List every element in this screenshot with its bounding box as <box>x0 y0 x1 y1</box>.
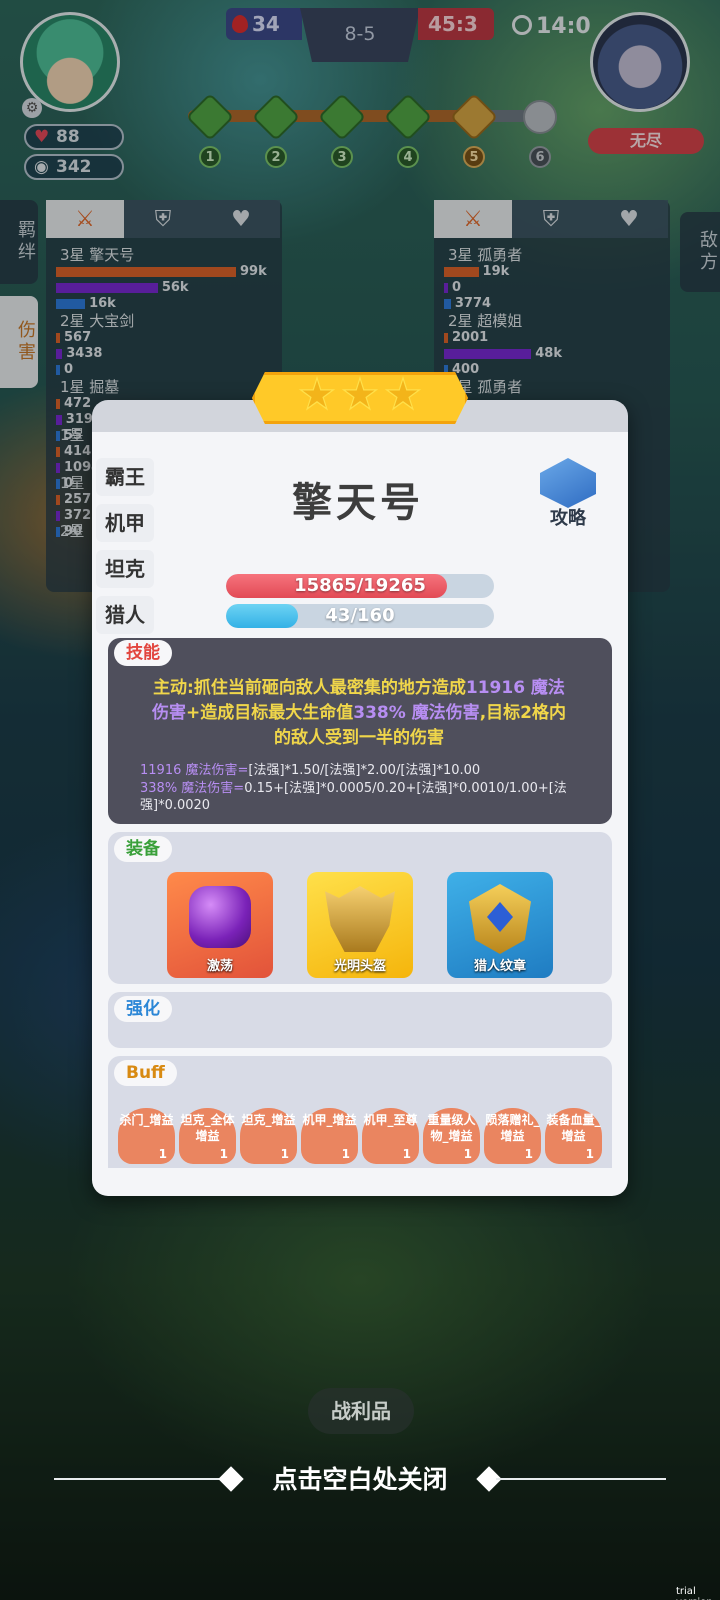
buff-tag: Buff <box>114 1060 177 1086</box>
buff-count: 1 <box>341 1147 350 1161</box>
buff-chip[interactable]: 机甲_至尊 1 <box>362 1108 419 1164</box>
trait-tag[interactable]: 机甲 <box>96 504 154 542</box>
skill-formula-2: 338% 魔法伤害=0.15+[法强]*0.0005/0.20+[法强]*0.0… <box>140 780 600 814</box>
formula-label: 11916 魔法伤害= <box>140 763 249 778</box>
skill-text: 主动:抓住当前砸向敌人最密集的地方造成 <box>153 678 466 698</box>
buff-chip[interactable]: 坦克_全体增益 1 <box>179 1108 236 1164</box>
buff-name: 杀门_增益 <box>119 1113 174 1127</box>
buff-count: 1 <box>280 1147 289 1161</box>
hero-name: 擎天号 <box>292 480 424 526</box>
graduation-cap-icon <box>540 458 596 508</box>
enhance-tag: 强化 <box>114 996 172 1022</box>
equipment-item[interactable]: 猎人纹章 <box>447 872 553 978</box>
equipment-name: 猎人纹章 <box>473 959 526 974</box>
hp-text: 15865/19265 <box>294 575 426 596</box>
buff-chip[interactable]: 杀门_增益 1 <box>118 1108 175 1164</box>
buff-name: 坦克_增益 <box>241 1113 296 1127</box>
trait-tag[interactable]: 坦克 <box>96 550 154 588</box>
buff-name: 陨落赠礼_增益 <box>485 1113 540 1143</box>
trait-tag[interactable]: 猎人 <box>96 596 154 634</box>
buff-chip[interactable]: 陨落赠礼_增益 1 <box>484 1108 541 1164</box>
skill-tag: 技能 <box>114 640 172 666</box>
buff-count: 1 <box>463 1147 472 1161</box>
helmet-icon <box>325 886 395 952</box>
hp-bar: 15865/19265 <box>226 574 494 598</box>
close-hint[interactable]: 点击空白处关闭 <box>240 1460 480 1496</box>
equipment-item[interactable]: 光明头盔 <box>307 872 413 978</box>
purple-orb-icon <box>189 886 251 948</box>
buff-chip[interactable]: 装备血量_增益 1 <box>545 1108 602 1164</box>
buff-chip[interactable]: 坦克_增益 1 <box>240 1108 297 1164</box>
loot-button[interactable]: 战利品 <box>308 1388 414 1434</box>
skill-value: 338% 魔法伤害 <box>353 703 480 723</box>
buff-count: 1 <box>402 1147 411 1161</box>
equipment-tag: 装备 <box>114 836 172 862</box>
buff-name: 装备血量_增益 <box>546 1113 601 1143</box>
skill-formula-1: 11916 魔法伤害=[法强]*1.50/[法强]*2.00/[法强]*10.0… <box>140 762 600 779</box>
buff-count: 1 <box>585 1147 594 1161</box>
skill-value: 伤害 <box>152 703 186 723</box>
buff-count: 1 <box>524 1147 533 1161</box>
buff-chip[interactable]: 重量级人物_增益 1 <box>423 1108 480 1164</box>
buff-chip[interactable]: 机甲_增益 1 <box>301 1108 358 1164</box>
formula-expr: [法强]*1.50/[法强]*2.00/[法强]*10.00 <box>248 763 481 778</box>
trait-tag[interactable]: 霸王 <box>96 458 154 496</box>
divider-line <box>54 1478 224 1480</box>
skill-text: ,目标2格内 <box>479 703 566 723</box>
buff-count: 1 <box>219 1147 228 1161</box>
guide-button[interactable]: 攻略 <box>536 458 600 530</box>
mana-text: 43/160 <box>325 605 395 626</box>
buff-list: 杀门_增益 1 坦克_全体增益 1 坦克_增益 1 机甲_增益 1 机甲_至尊 1 重量级人物_增益… <box>118 1108 602 1164</box>
buff-count: 1 <box>158 1147 167 1161</box>
skill-text: +造成目标最大生命值 <box>186 703 354 723</box>
divider-line <box>496 1478 666 1480</box>
equipment-name: 激荡 <box>206 959 233 974</box>
formula-label: 338% 魔法伤害= <box>140 781 245 796</box>
buff-name: 坦克_全体增益 <box>180 1113 235 1143</box>
buff-name: 机甲_增益 <box>302 1113 357 1127</box>
buff-name: 重量级人物_增益 <box>427 1113 476 1143</box>
watermark: trial version <box>676 1586 713 1600</box>
mana-bar: 43/160 <box>226 604 494 628</box>
skill-description: 主动:抓住当前砸向敌人最密集的地方造成11916 魔法 伤害+造成目标最大生命值… <box>126 676 592 751</box>
buff-name: 机甲_至尊 <box>363 1113 418 1127</box>
enhance-section <box>108 992 612 1048</box>
skill-value: 11916 魔法 <box>465 678 565 698</box>
equipment-item[interactable]: 激荡 <box>167 872 273 978</box>
equipment-name: 光明头盔 <box>333 959 386 974</box>
skill-text: 的敌人受到一半的伤害 <box>274 728 444 748</box>
